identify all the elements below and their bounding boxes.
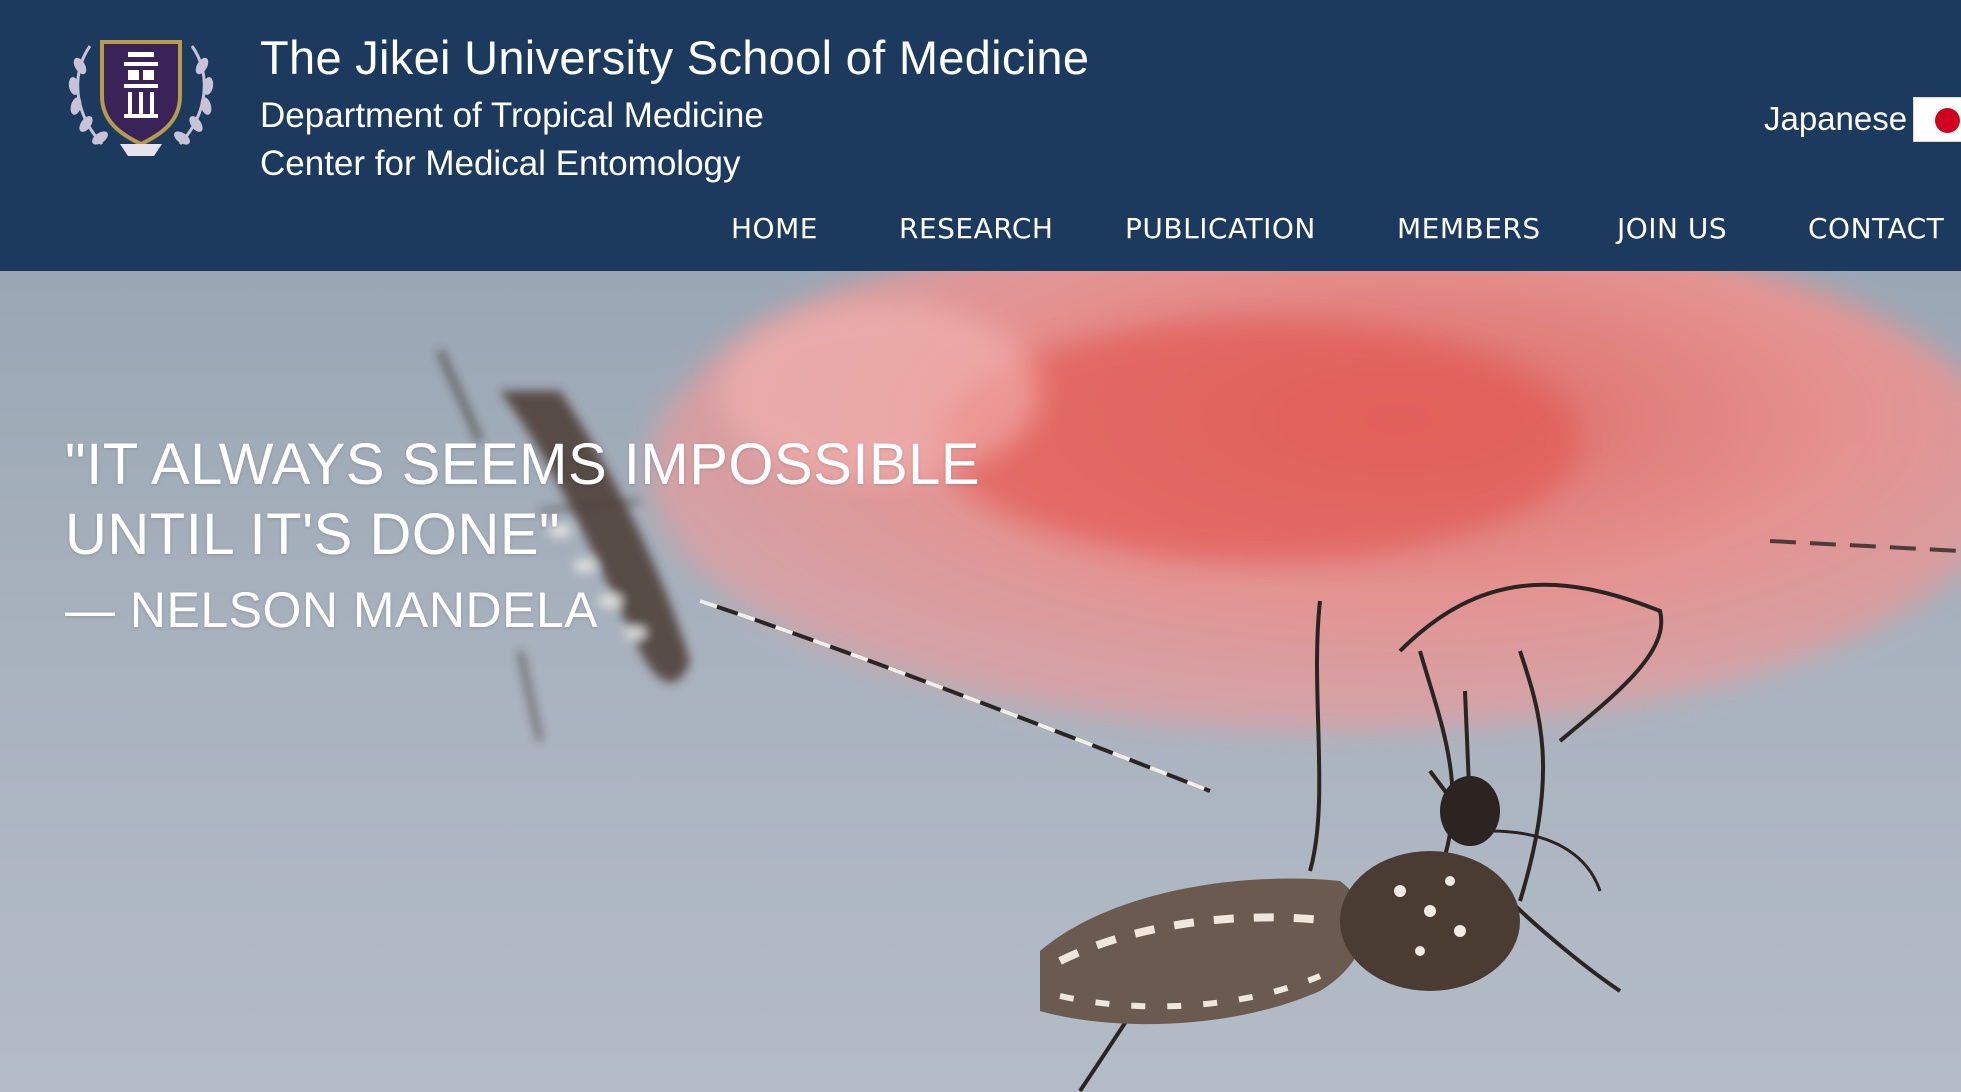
nav-item-contact[interactable]: CONTACT: [1808, 212, 1944, 245]
hero-quote-line2: UNTIL IT'S DONE": [65, 502, 561, 567]
nav-item-join-us[interactable]: JOIN US: [1617, 212, 1727, 245]
mosquitoes-feeding-photo: [437, 271, 1961, 1092]
university-crest-icon[interactable]: [62, 26, 220, 162]
language-switch-label[interactable]: Japanese: [1764, 100, 1907, 138]
center-name: Center for Medical Entomology: [260, 144, 741, 183]
nav-item-members[interactable]: MEMBERS: [1397, 212, 1541, 245]
site-header: The Jikei University School of Medicine …: [0, 0, 1961, 271]
hero-quote-line1: "IT ALWAYS SEEMS IMPOSSIBLE: [65, 432, 981, 497]
nav-item-publication[interactable]: PUBLICATION: [1125, 212, 1316, 245]
hero-quote-attribution: — NELSON MANDELA: [65, 582, 599, 638]
hero-banner: "IT ALWAYS SEEMS IMPOSSIBLE UNTIL IT'S D…: [0, 271, 1961, 1092]
japan-flag-icon[interactable]: [1913, 97, 1961, 142]
site-title[interactable]: The Jikei University School of Medicine: [260, 30, 1089, 85]
nav-item-research[interactable]: RESEARCH: [899, 212, 1053, 245]
nav-item-home[interactable]: HOME: [731, 212, 818, 245]
department-name: Department of Tropical Medicine: [260, 96, 764, 135]
flag-red-disc: [1935, 108, 1960, 133]
